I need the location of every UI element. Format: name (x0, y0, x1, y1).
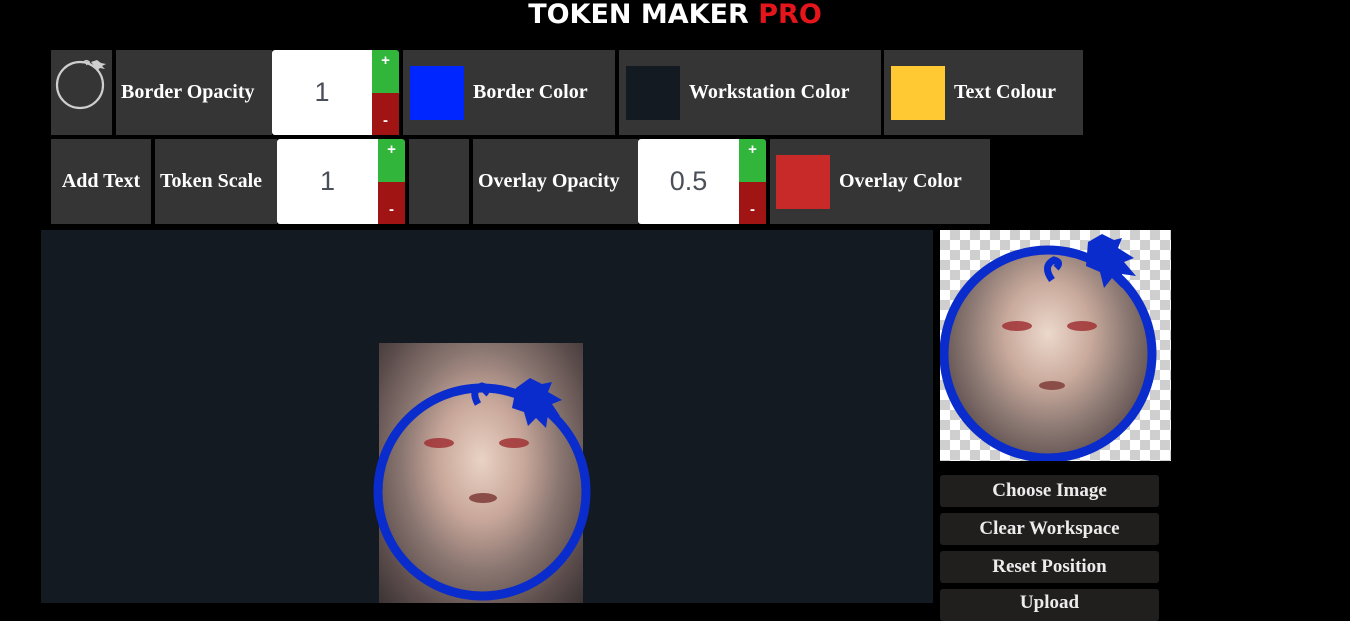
token-scale-input[interactable]: 1 (277, 139, 378, 224)
token-scale-decrement-button[interactable]: - (378, 182, 405, 224)
workstation-color-label: Workstation Color (689, 81, 850, 103)
choose-image-label: Choose Image (992, 480, 1107, 501)
overlay-opacity-increment-button[interactable]: + (739, 139, 766, 182)
add-text-button[interactable]: Add Text (51, 139, 151, 224)
add-text-label: Add Text (61, 170, 141, 192)
border-opacity-label: Border Opacity (121, 81, 255, 103)
border-opacity-decrement-button[interactable]: - (372, 93, 399, 135)
app-title-accent: PRO (758, 0, 822, 30)
overlay-color-label: Overlay Color (839, 170, 962, 192)
token-scale-increment-button[interactable]: + (378, 139, 405, 182)
reset-position-label: Reset Position (992, 556, 1107, 577)
token-scale-value[interactable]: 1 (320, 166, 335, 197)
overlay-opacity-label: Overlay Opacity (478, 170, 620, 192)
token-scale-label: Token Scale (160, 170, 263, 192)
workstation-color-control[interactable]: Workstation Color (619, 50, 881, 135)
overlay-opacity-control: Overlay Opacity (473, 139, 638, 224)
minus-icon: - (383, 112, 388, 129)
token-preview (940, 230, 1171, 461)
plus-icon: + (387, 141, 396, 158)
border-opacity-increment-button[interactable]: + (372, 50, 399, 93)
app-title-main: TOKEN MAKER (528, 0, 749, 30)
preview-border-ring (940, 234, 1157, 461)
overlay-opacity-decrement-button[interactable]: - (739, 182, 766, 224)
clear-workspace-label: Clear Workspace (979, 518, 1120, 539)
text-colour-control[interactable]: Text Colour (884, 50, 1083, 135)
plus-icon: + (381, 52, 390, 69)
clear-workspace-button[interactable]: Clear Workspace (940, 513, 1159, 545)
app-title: TOKEN MAKER PRO (0, 0, 1350, 32)
plus-icon: + (748, 141, 757, 158)
text-colour-swatch[interactable] (891, 66, 945, 120)
upload-label: Upload (1019, 592, 1080, 613)
reset-position-button[interactable]: Reset Position (940, 551, 1159, 583)
overlay-color-control[interactable]: Overlay Color (770, 139, 990, 224)
border-picker-button[interactable] (51, 50, 112, 135)
text-colour-label: Text Colour (954, 81, 1057, 103)
border-color-control[interactable]: Border Color (403, 50, 615, 135)
token-scale-control: Token Scale (155, 139, 277, 224)
empty-tile[interactable] (409, 139, 469, 224)
workstation-color-swatch[interactable] (626, 66, 680, 120)
overlay-color-swatch[interactable] (776, 155, 830, 209)
token-border-ring[interactable] (366, 368, 606, 603)
border-color-swatch[interactable] (410, 66, 464, 120)
workspace-canvas[interactable] (41, 230, 933, 603)
border-color-label: Border Color (473, 81, 588, 103)
choose-image-button[interactable]: Choose Image (940, 475, 1159, 507)
minus-icon: - (750, 201, 755, 218)
overlay-opacity-value[interactable]: 0.5 (670, 166, 708, 197)
border-opacity-control: Border Opacity (116, 50, 272, 135)
overlay-opacity-input[interactable]: 0.5 (638, 139, 739, 224)
border-opacity-input[interactable]: 1 (272, 50, 372, 135)
ring-with-scorpion-icon (55, 59, 106, 110)
minus-icon: - (389, 201, 394, 218)
border-opacity-value[interactable]: 1 (314, 77, 329, 108)
upload-button[interactable]: Upload (940, 589, 1159, 621)
